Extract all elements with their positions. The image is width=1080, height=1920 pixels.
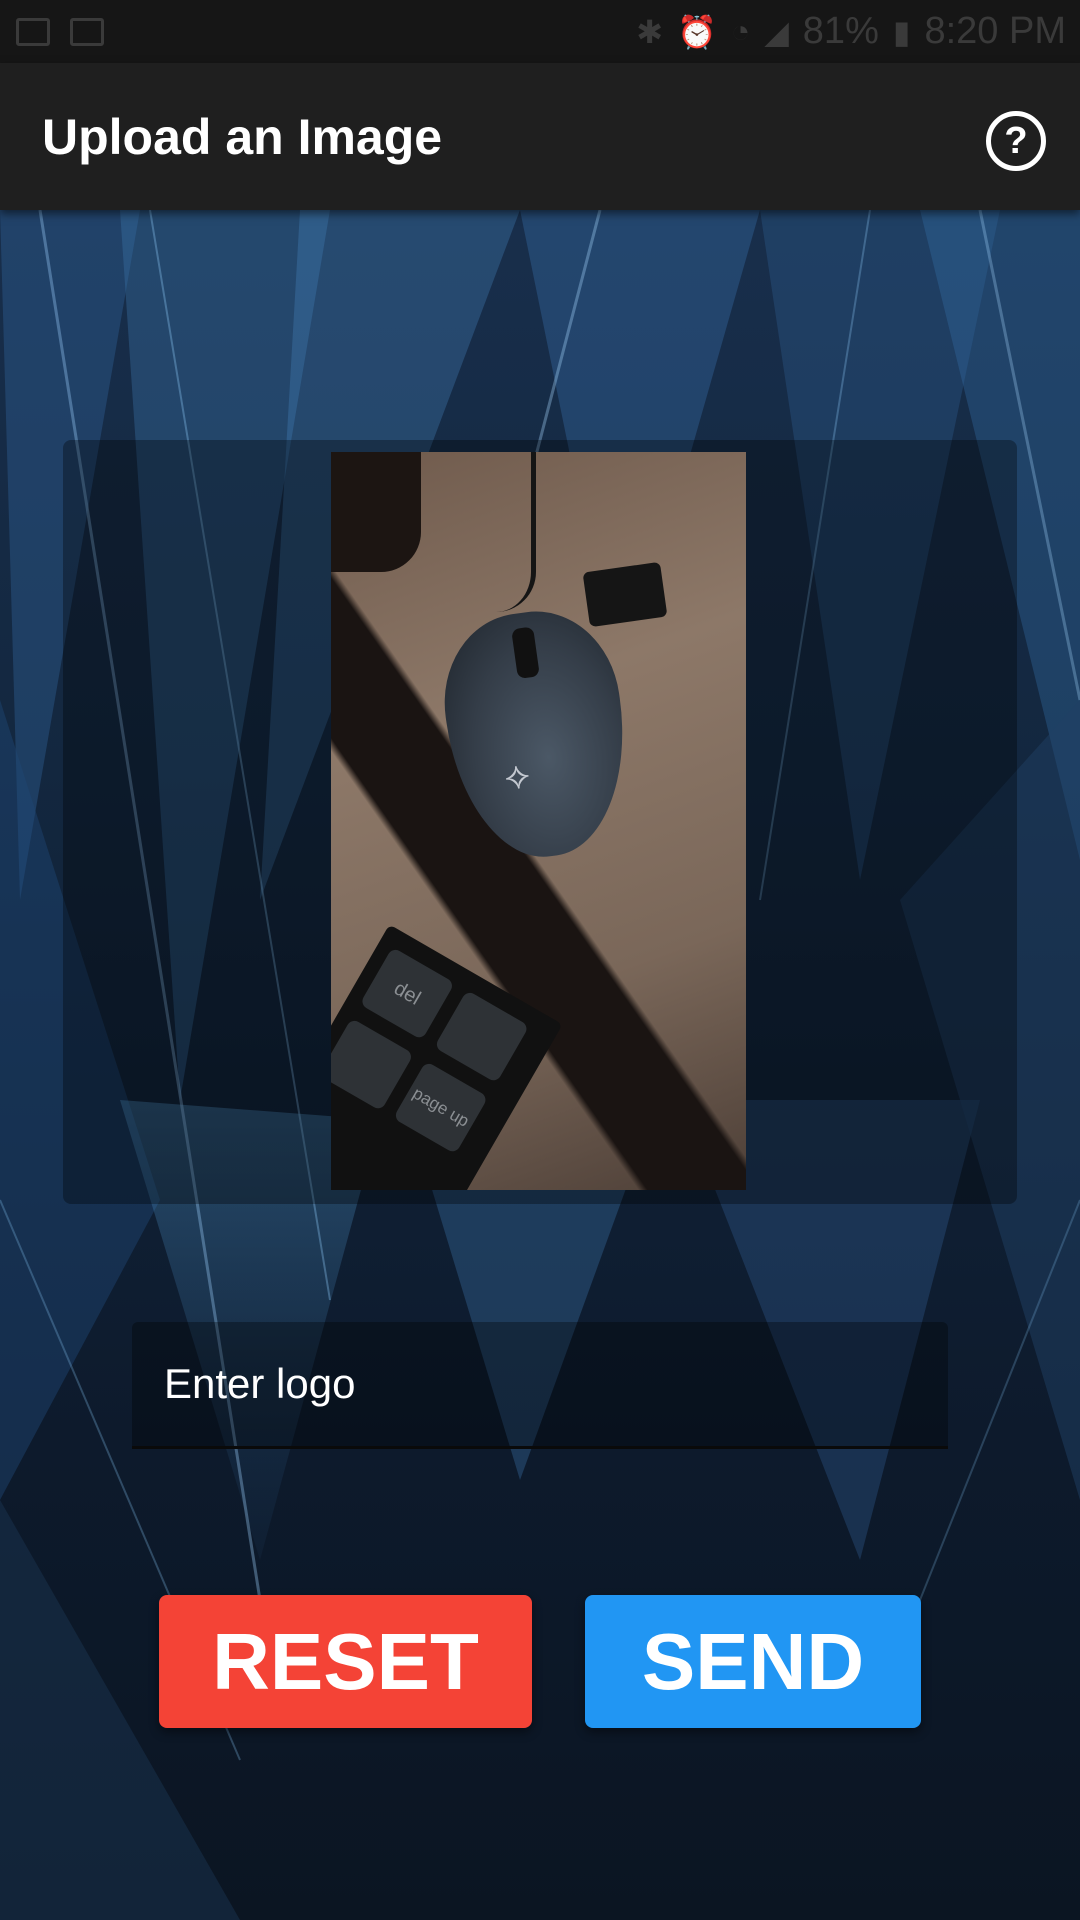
alarm-icon: ⏰ — [677, 13, 717, 50]
page-title: Upload an Image — [42, 108, 443, 165]
logo-field[interactable] — [132, 1322, 948, 1449]
keyboard-key-blank-2 — [331, 1018, 414, 1112]
battery-icon: ▮ — [892, 13, 911, 50]
news-icon — [70, 17, 104, 46]
clock: 8:20 PM — [924, 10, 1066, 52]
send-button[interactable]: SEND — [585, 1595, 921, 1728]
system-status: ✱ ⏰ ◔ ◢ 81% ▮ 8:20 PM — [636, 10, 1080, 53]
battery-percent: 81% — [802, 10, 879, 52]
keyboard-key-page-up: page up — [393, 1061, 489, 1155]
reset-button[interactable]: RESET — [159, 1595, 532, 1728]
image-icon — [16, 17, 50, 46]
mouse-wheel — [511, 626, 540, 680]
mouse-cable — [461, 452, 536, 612]
bluetooth-icon: ✱ — [636, 13, 664, 50]
signal-icon: ◢ — [764, 13, 789, 50]
charger — [582, 561, 668, 628]
logo-input[interactable] — [132, 1322, 948, 1446]
keyboard-key-blank — [434, 990, 530, 1084]
notification-icons — [0, 17, 104, 46]
wifi-icon: ◔ — [730, 13, 751, 49]
image-panel[interactable]: ⟡ del page up — [63, 440, 1017, 1204]
mouse-logo-icon: ⟡ — [501, 753, 533, 799]
status-bar: ✱ ⏰ ◔ ◢ 81% ▮ 8:20 PM — [0, 0, 1080, 63]
help-icon[interactable]: ? — [986, 111, 1046, 171]
uploaded-image-preview[interactable]: ⟡ del page up — [331, 452, 746, 1190]
keyboard-key-del: del — [359, 947, 455, 1041]
app-bar: Upload an Image ? — [0, 63, 1080, 210]
